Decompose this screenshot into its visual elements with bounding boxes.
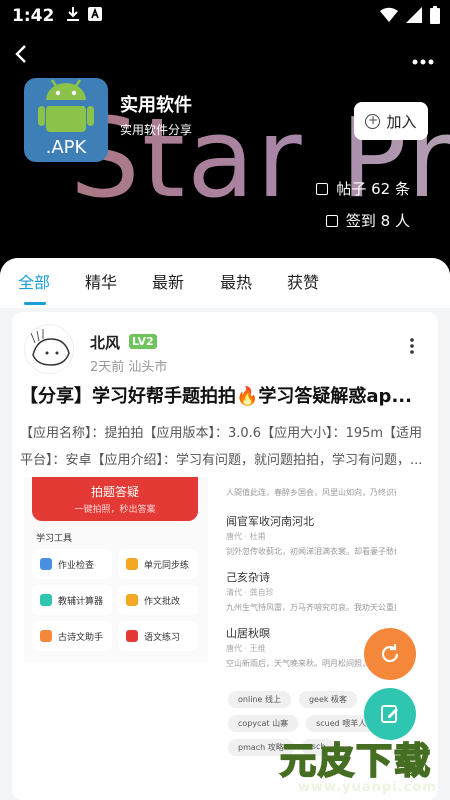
tag-pill: online 线上 [228,691,291,708]
tool-icon [126,594,138,606]
tool-label: 作业检查 [58,560,95,571]
refresh-icon [381,644,399,663]
refresh-button[interactable] [364,628,416,680]
tool-item: 作业检查 [32,549,112,579]
author-avatar[interactable] [24,324,74,374]
tool-label: 古诗文助手 [58,632,104,643]
tool-item: 语文练习 [118,621,198,651]
post-meta: 2天前 汕头市 [90,360,168,375]
author-name[interactable]: 北风 [90,332,120,353]
poem-item: 山居秋暝 唐代 · 王维 空山新雨后，天气晚来秋。明月松间照，清泉石上流 [226,625,396,669]
poem-title: 山居秋暝 [226,627,270,640]
wifi-icon [380,7,398,27]
poem-line: 九州生气恃风雷，万马齐喑究可哀。我劝天公重抖擞 [226,603,396,612]
tab-all[interactable]: 全部 [18,269,50,293]
calendar-icon [325,214,338,227]
banner-title: 拍题答疑 [90,485,139,499]
battery-icon [430,6,440,28]
tool-item: 古诗文助手 [32,621,112,651]
plus-circle-icon: + [365,113,381,129]
group-title: 实用软件 [120,95,192,116]
tab-liked[interactable]: 获赞 [287,269,319,293]
post-body: 【应用名称】：提拍拍【应用版本】：3.0.6【应用大小】：195m【适用平台】：… [20,426,423,468]
apk-label: .APK [45,137,87,158]
edit-icon [381,705,398,723]
tool-label: 语文练习 [144,632,181,643]
tool-label: 教辅计算器 [58,596,104,607]
more-options-button[interactable] [412,46,434,70]
poem-item: 闻官军收河南河北 唐代 · 杜甫 剑外忽传收蓟北，初闻涕泪满衣裳。却看妻子愁何在 [226,513,396,557]
tab-latest[interactable]: 最新 [152,269,184,293]
tool-item: 单元同步练 [118,549,198,579]
download-icon [66,6,80,26]
tab-hottest[interactable]: 最热 [220,269,252,293]
tool-item: 教辅计算器 [32,585,112,615]
poem-author: 唐代 · 杜甫 [226,532,266,541]
tag-row: copycat 山寨 scued 喂羊人生 [228,715,385,732]
more-dots-icon [412,59,434,65]
poem-title: 闻官军收河南河北 [226,515,314,528]
watermark-text: 元皮下载 [279,740,433,783]
poem-line: 人間值此连，春醉乡国会，风里山如向，乃终识得 [226,488,396,497]
post-menu-button[interactable] [410,338,414,354]
banner-subtitle: 一键拍照，秒出答案 [74,505,156,515]
join-label: 加入 [386,112,417,131]
checkin-count-label: 签到 8 人 [345,212,410,230]
signal-icon [406,7,422,27]
tool-icon [126,558,138,570]
cat-sketch-icon [30,329,70,366]
back-button[interactable] [10,42,34,66]
tool-icon [40,594,52,606]
tool-icon [126,630,138,642]
tag-pill: geek 极客 [298,691,358,708]
poem-line: 剑外忽传收蓟北，初闻涕泪满衣裳。却看妻子愁何在 [226,547,396,556]
tab-bar: 全部 精华 最新 最热 获赞 [0,258,450,308]
posts-count: 帖子 62 条 [316,178,410,199]
group-avatar: .APK [24,78,108,162]
watermark-url: www.yuanpi.com [298,780,437,795]
back-arrow-icon [15,45,26,63]
poem-author: 唐代 · 王维 [226,644,266,653]
tool-label: 作文批改 [144,596,181,607]
checkin-count: 签到 8 人 [325,210,410,231]
tool-icon [40,558,52,570]
post-image-1[interactable]: 拍题答疑 一键拍照，秒出答案 学习工具 作业检查 单元同步练 教辅计算器 作文批… [24,477,208,662]
tab-featured[interactable]: 精华 [85,269,117,293]
tag-row: online 线上 geek 极客 [228,691,358,708]
poem-author: 清代 · 龚自珍 [226,588,274,597]
vertical-dots-icon [410,338,414,354]
group-header: Star Pro .APK 实用软件 实用软件分享 + 加入 帖子 62 条 签… [0,32,450,258]
poem-line: 空山新雨后，天气晚来秋。明月松间照，清泉石上流 [226,659,396,668]
status-time: 1:42 [12,6,55,26]
photo-answer-banner: 拍题答疑 一键拍照，秒出答案 [32,477,198,521]
post-title[interactable]: 【分享】学习好帮手题拍拍🔥学习答疑解惑ap... [20,382,432,408]
a-icon [88,7,103,25]
poem-item: 己亥杂诗 清代 · 龚自珍 九州生气恃风雷，万马齐喑究可哀。我劝天公重抖擞 [226,569,396,613]
level-badge: LV2 [129,334,157,349]
tool-item: 作文批改 [118,585,198,615]
posts-count-label: 帖子 62 条 [336,180,410,198]
tool-icon [40,630,52,642]
watermark: 元皮下载 www.yuanpi.com [268,732,450,800]
post-icon [316,182,329,195]
tools-heading: 学习工具 [36,534,73,544]
join-button[interactable]: + 加入 [354,102,428,140]
tag-pill: copycat 山寨 [228,715,299,732]
android-icon [38,79,94,132]
active-tab-indicator [24,302,46,305]
group-subtitle: 实用软件分享 [120,123,193,137]
poem-title: 己亥杂诗 [226,571,270,584]
status-bar: 1:42 [0,0,450,32]
tool-label: 单元同步练 [144,560,190,571]
